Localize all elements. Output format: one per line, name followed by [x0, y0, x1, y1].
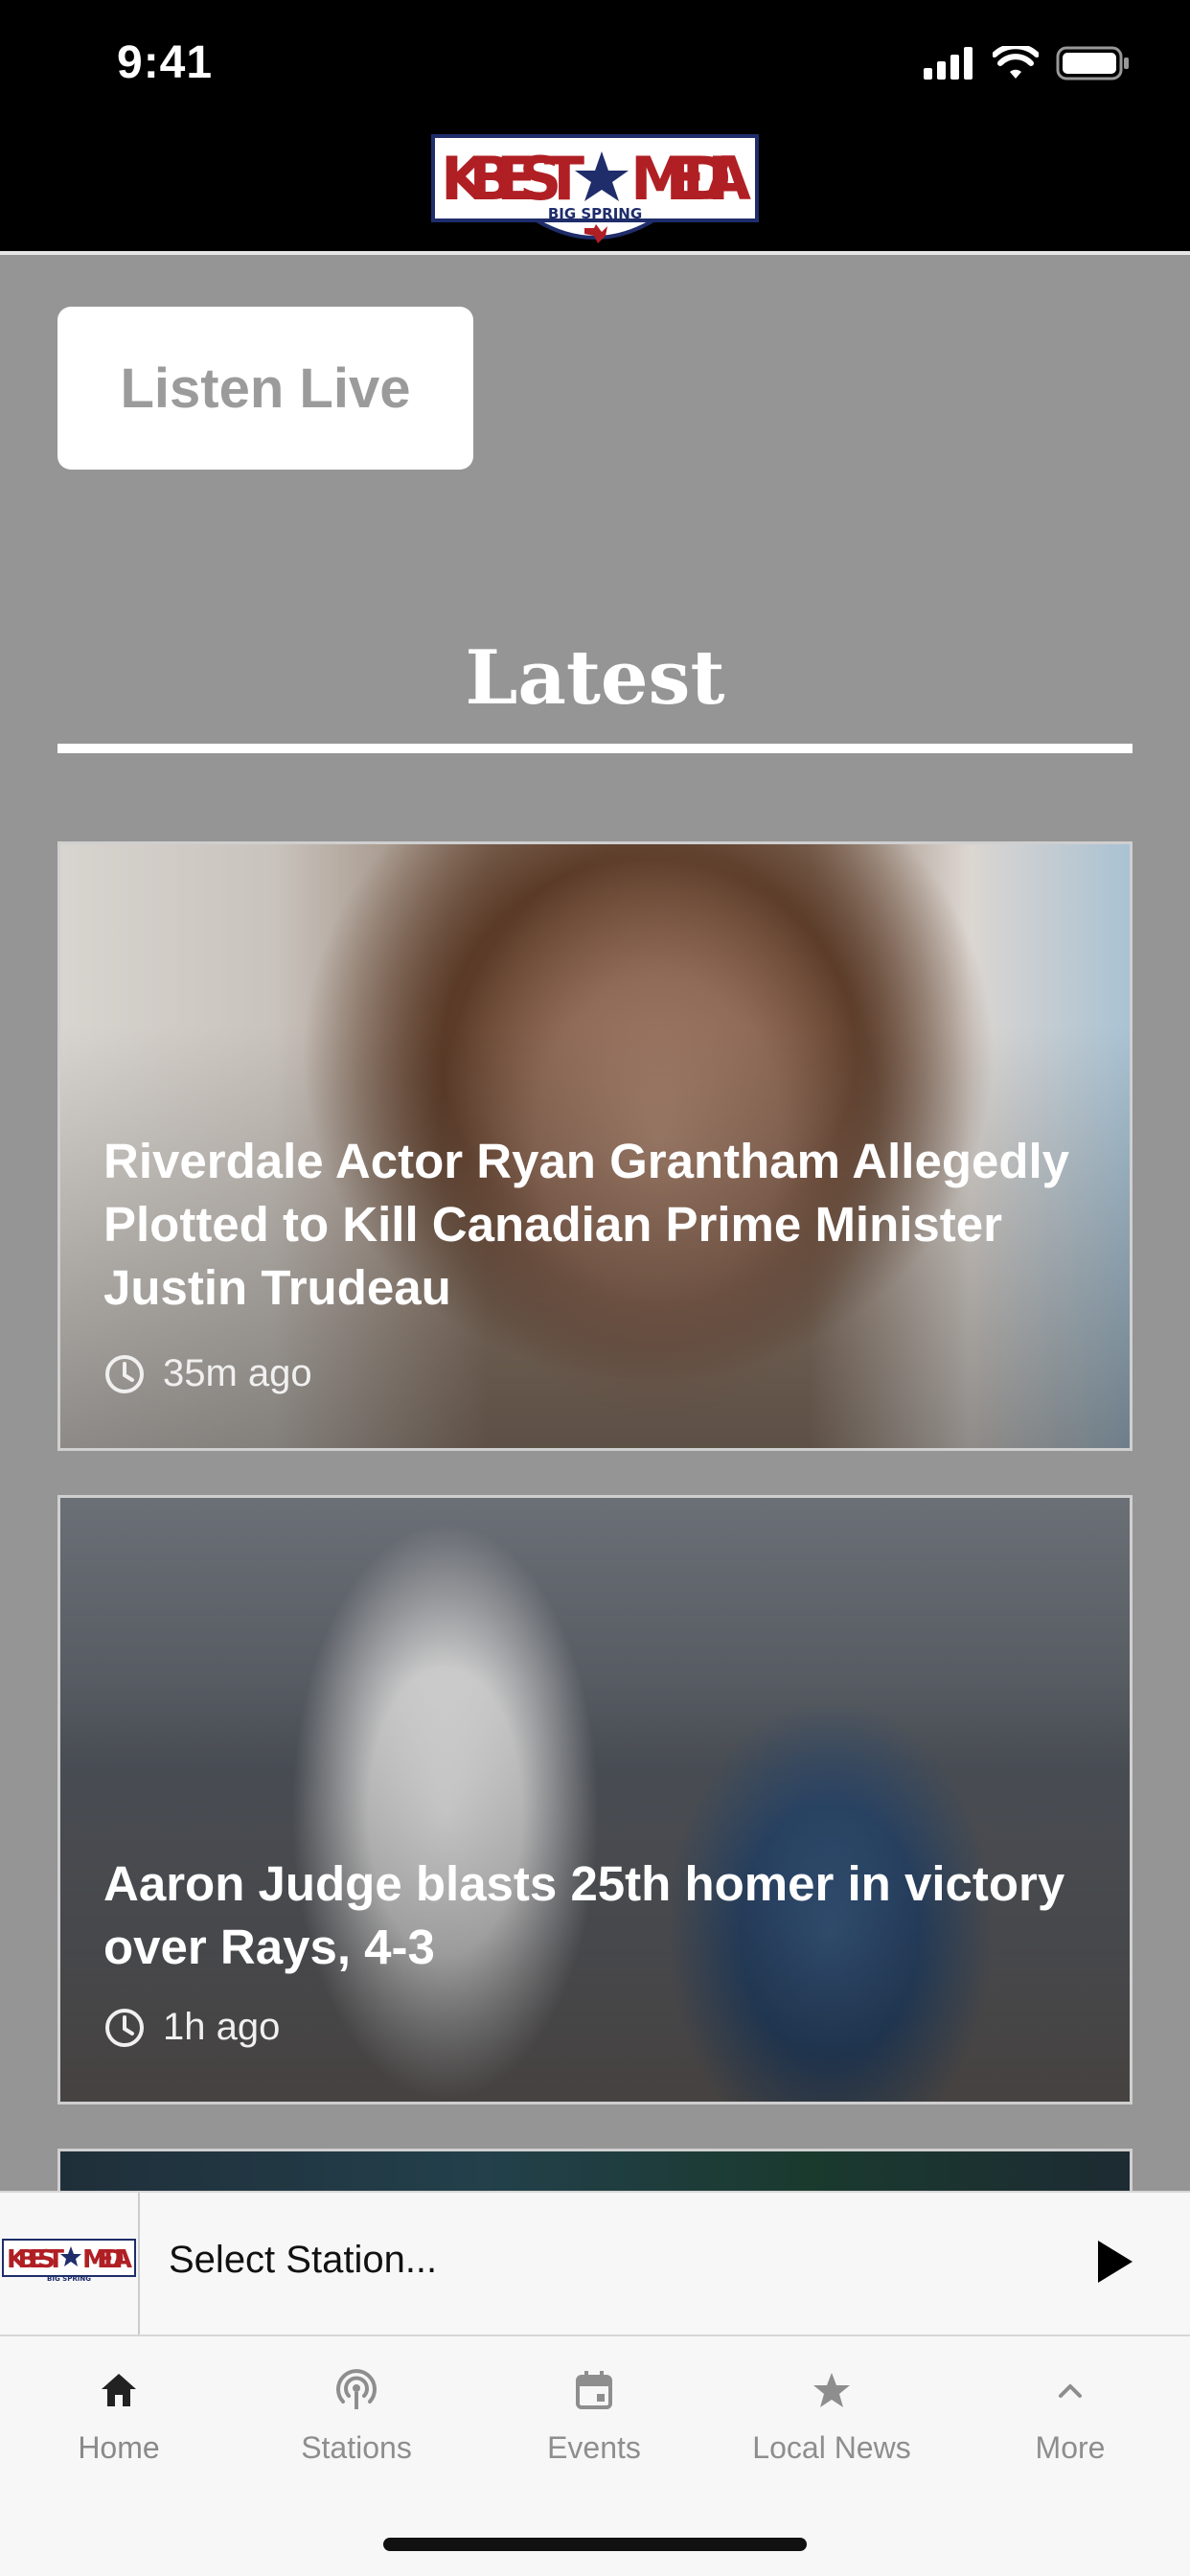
calendar-icon — [576, 2371, 612, 2409]
article-title: Riverdale Actor Ryan Grantham Allegedly … — [103, 1134, 1070, 1315]
tab-home[interactable]: Home — [0, 2361, 238, 2466]
wifi-icon — [993, 46, 1039, 79]
signal-icon — [924, 47, 973, 80]
status-icons — [924, 46, 1131, 80]
player-station-logo: KBEST MEDIA BIG SPRING — [0, 2193, 140, 2334]
tab-label: Stations — [301, 2430, 412, 2465]
broadcast-icon — [336, 2369, 377, 2409]
logo-text-left: KBEST — [441, 144, 584, 214]
chevron-up-icon — [1059, 2384, 1082, 2398]
article-title: Aaron Judge blasts 25th homer in victory… — [103, 1856, 1065, 1974]
svg-text:KBEST: KBEST — [7, 2245, 64, 2274]
home-icon — [102, 2374, 136, 2406]
top-header: 9:41 KBEST MEDIA BIG SPRING — [0, 0, 1190, 251]
tab-label: More — [1035, 2430, 1106, 2465]
star-icon — [813, 2373, 850, 2407]
article-time-text: 1h ago — [163, 2006, 281, 2048]
clock-icon — [105, 2008, 144, 2047]
clock-icon — [105, 1354, 144, 1393]
section-divider — [57, 744, 1133, 753]
tab-label: Events — [547, 2430, 641, 2465]
tab-events[interactable]: Events — [475, 2361, 713, 2466]
listen-live-button[interactable]: Listen Live — [57, 307, 473, 470]
article-card[interactable]: Riverdale Actor Ryan Grantham Allegedly … — [57, 841, 1133, 1451]
tab-local-news[interactable]: Local News — [713, 2361, 950, 2466]
logo-subtext: BIG SPRING — [548, 205, 642, 222]
player-bar[interactable]: KBEST MEDIA BIG SPRING Select Station... — [0, 2191, 1190, 2336]
status-time: 9:41 — [117, 37, 214, 88]
tab-stations[interactable]: Stations — [238, 2361, 475, 2466]
home-indicator[interactable] — [383, 2538, 807, 2551]
brand-logo: KBEST MEDIA BIG SPRING — [431, 132, 759, 247]
svg-text:MEDIA: MEDIA — [82, 2245, 132, 2274]
battery-icon — [1056, 46, 1129, 80]
article-card[interactable]: Aaron Judge blasts 25th homer in victory… — [57, 1495, 1133, 2104]
svg-text:BIG SPRING: BIG SPRING — [47, 2275, 91, 2283]
station-select-text[interactable]: Select Station... — [169, 2239, 437, 2282]
section-title: Latest — [465, 634, 725, 722]
article-time-text: 35m ago — [163, 1352, 312, 1394]
logo-text-right: MEDIA — [630, 144, 751, 214]
tab-more[interactable]: More — [950, 2361, 1190, 2466]
header-divider — [0, 251, 1190, 255]
tab-label: Local News — [752, 2430, 911, 2465]
tab-label: Home — [78, 2430, 160, 2465]
article-timestamp: 35m ago — [103, 1352, 312, 1395]
article-timestamp: 1h ago — [103, 2006, 280, 2049]
play-icon[interactable] — [1085, 2233, 1142, 2290]
